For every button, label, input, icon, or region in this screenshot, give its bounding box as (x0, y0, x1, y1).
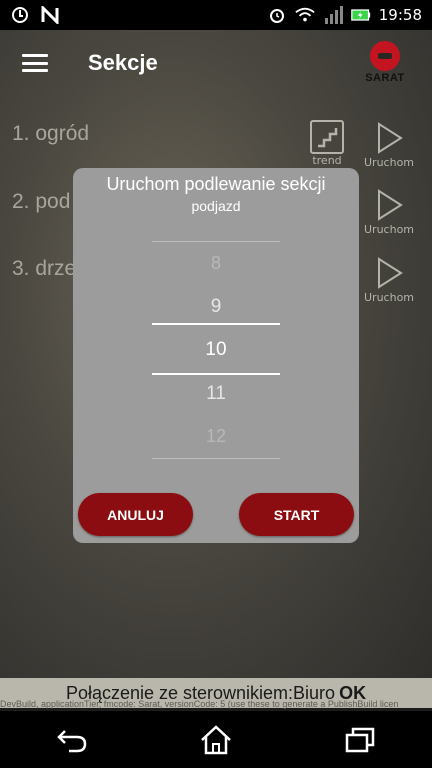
picker-selected-value[interactable]: 10 (152, 339, 280, 361)
picker-value[interactable]: 11 (152, 383, 280, 405)
section-item[interactable]: 2. pod (12, 190, 70, 214)
navigation-bar (0, 711, 432, 768)
devbuild-text: DevBuild, applicationTier, fmcode: Sarat… (0, 699, 399, 709)
trend-button[interactable]: trend (310, 120, 344, 167)
cancel-button[interactable]: ANULUJ (78, 493, 193, 536)
logo-text: SARAT (365, 72, 405, 84)
n-icon (40, 5, 60, 25)
dialog-subtitle: podjazd (191, 198, 241, 214)
battery-charging-icon (350, 5, 371, 25)
run-label: Uruchom (364, 223, 415, 236)
logo-mark (370, 41, 400, 71)
picker-value[interactable]: 12 (152, 426, 280, 447)
trend-icon (310, 120, 344, 154)
app-bar: Sekcje SARAT (0, 30, 432, 96)
sync-icon (10, 5, 30, 25)
status-bar: 19:58 (0, 0, 432, 30)
picker-selection-top (152, 323, 280, 325)
clock: 19:58 (378, 6, 422, 24)
run-button[interactable]: Uruchom (364, 120, 414, 169)
picker-value[interactable]: 9 (152, 296, 280, 318)
home-icon[interactable] (196, 720, 236, 760)
play-icon (378, 189, 403, 221)
section-item[interactable]: 3. drze (12, 257, 76, 281)
wifi-icon (295, 5, 315, 25)
start-button[interactable]: START (239, 493, 354, 536)
back-icon[interactable] (52, 720, 92, 760)
run-button[interactable]: Uruchom (364, 255, 414, 304)
logo: SARAT (358, 41, 412, 85)
picker-divider (152, 458, 280, 459)
recent-apps-icon[interactable] (340, 720, 380, 760)
menu-icon[interactable] (20, 51, 50, 75)
picker-selection-bottom (152, 373, 280, 375)
section-item[interactable]: 1. ogród (12, 122, 89, 146)
dialog-title: Uruchom podlewanie sekcji (106, 174, 326, 194)
run-button[interactable]: Uruchom (364, 187, 414, 236)
play-icon (378, 122, 403, 154)
run-irrigation-dialog: Uruchom podlewanie sekcji podjazd 8 9 10… (73, 168, 359, 543)
run-label: Uruchom (364, 156, 415, 169)
signal-icon (323, 5, 343, 25)
trend-label: trend (312, 154, 342, 167)
run-label: Uruchom (364, 291, 415, 304)
alarm-icon (267, 5, 287, 25)
picker-value[interactable]: 8 (152, 253, 280, 274)
page-title: Sekcje (88, 50, 158, 75)
play-icon (378, 257, 403, 289)
picker-divider (152, 241, 280, 242)
